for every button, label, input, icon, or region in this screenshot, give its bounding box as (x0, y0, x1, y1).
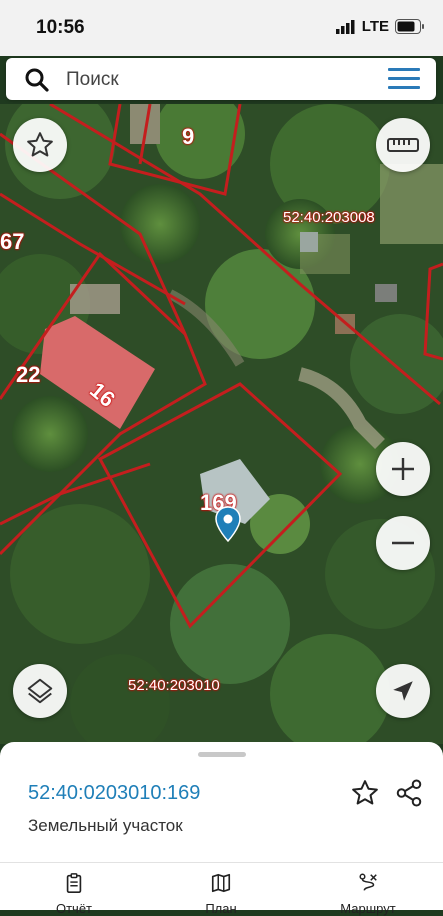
tab-report-label: Отчёт (55, 901, 93, 916)
signal-icon (335, 19, 355, 34)
tab-plan[interactable]: План (161, 872, 281, 916)
navigation-arrow-icon (393, 681, 413, 701)
zoom-in-button[interactable] (376, 442, 430, 496)
tab-plan-label: План (205, 901, 237, 916)
report-icon (66, 873, 82, 893)
tab-route-label: Маршрут (340, 901, 396, 916)
ruler-icon (387, 138, 419, 152)
layers-button[interactable] (13, 664, 67, 718)
plot-number-label: 67 (0, 229, 25, 254)
plus-icon (392, 458, 414, 480)
network-type: LTE (361, 18, 389, 35)
cadastral-quarter-label: 52:40:203008 (283, 209, 375, 226)
parcel-type: Земельный участок (28, 816, 183, 835)
location-pin-icon[interactable] (215, 506, 241, 542)
sheet-drag-handle[interactable] (198, 752, 246, 757)
plot-number-label: 22 (16, 362, 41, 387)
favorites-button[interactable] (13, 118, 67, 172)
status-time: 10:56 (36, 17, 85, 38)
hamburger-menu-icon[interactable] (388, 68, 420, 90)
search-input[interactable] (64, 58, 368, 102)
satellite-imagery (0, 104, 443, 744)
sheet-divider (0, 862, 443, 863)
plot-number-label: 9 (182, 124, 195, 149)
tab-route[interactable]: Маршрут (308, 872, 428, 916)
add-favorite-star-icon[interactable] (350, 778, 380, 808)
search-bar[interactable] (6, 58, 436, 102)
star-icon (27, 132, 53, 157)
my-location-button[interactable] (376, 664, 430, 718)
status-indicators: LTE (335, 18, 425, 35)
map-view[interactable]: 52:40:203008 52:40:203010 9 67 22 16 169 (0, 104, 443, 744)
ruler-button[interactable] (376, 118, 430, 172)
share-icon[interactable] (394, 778, 424, 808)
parcel-cadastral-number: 52:40:0203010:169 (28, 782, 201, 804)
minus-icon (392, 541, 414, 545)
map-plan-icon (211, 873, 231, 893)
route-icon (359, 873, 377, 891)
bottom-tab-bar: Отчёт План Маршрут (0, 866, 443, 916)
tab-report[interactable]: Отчёт (14, 872, 134, 916)
zoom-out-button[interactable] (376, 516, 430, 570)
cadastral-quarter-label: 52:40:203010 (128, 677, 220, 694)
layers-icon (27, 678, 53, 704)
battery-icon (395, 19, 424, 34)
parcel-info-sheet[interactable]: 52:40:0203010:169 Земельный участок Отчё… (0, 742, 443, 916)
status-bar: 10:56 LTE (0, 0, 443, 56)
search-icon[interactable] (24, 67, 50, 93)
